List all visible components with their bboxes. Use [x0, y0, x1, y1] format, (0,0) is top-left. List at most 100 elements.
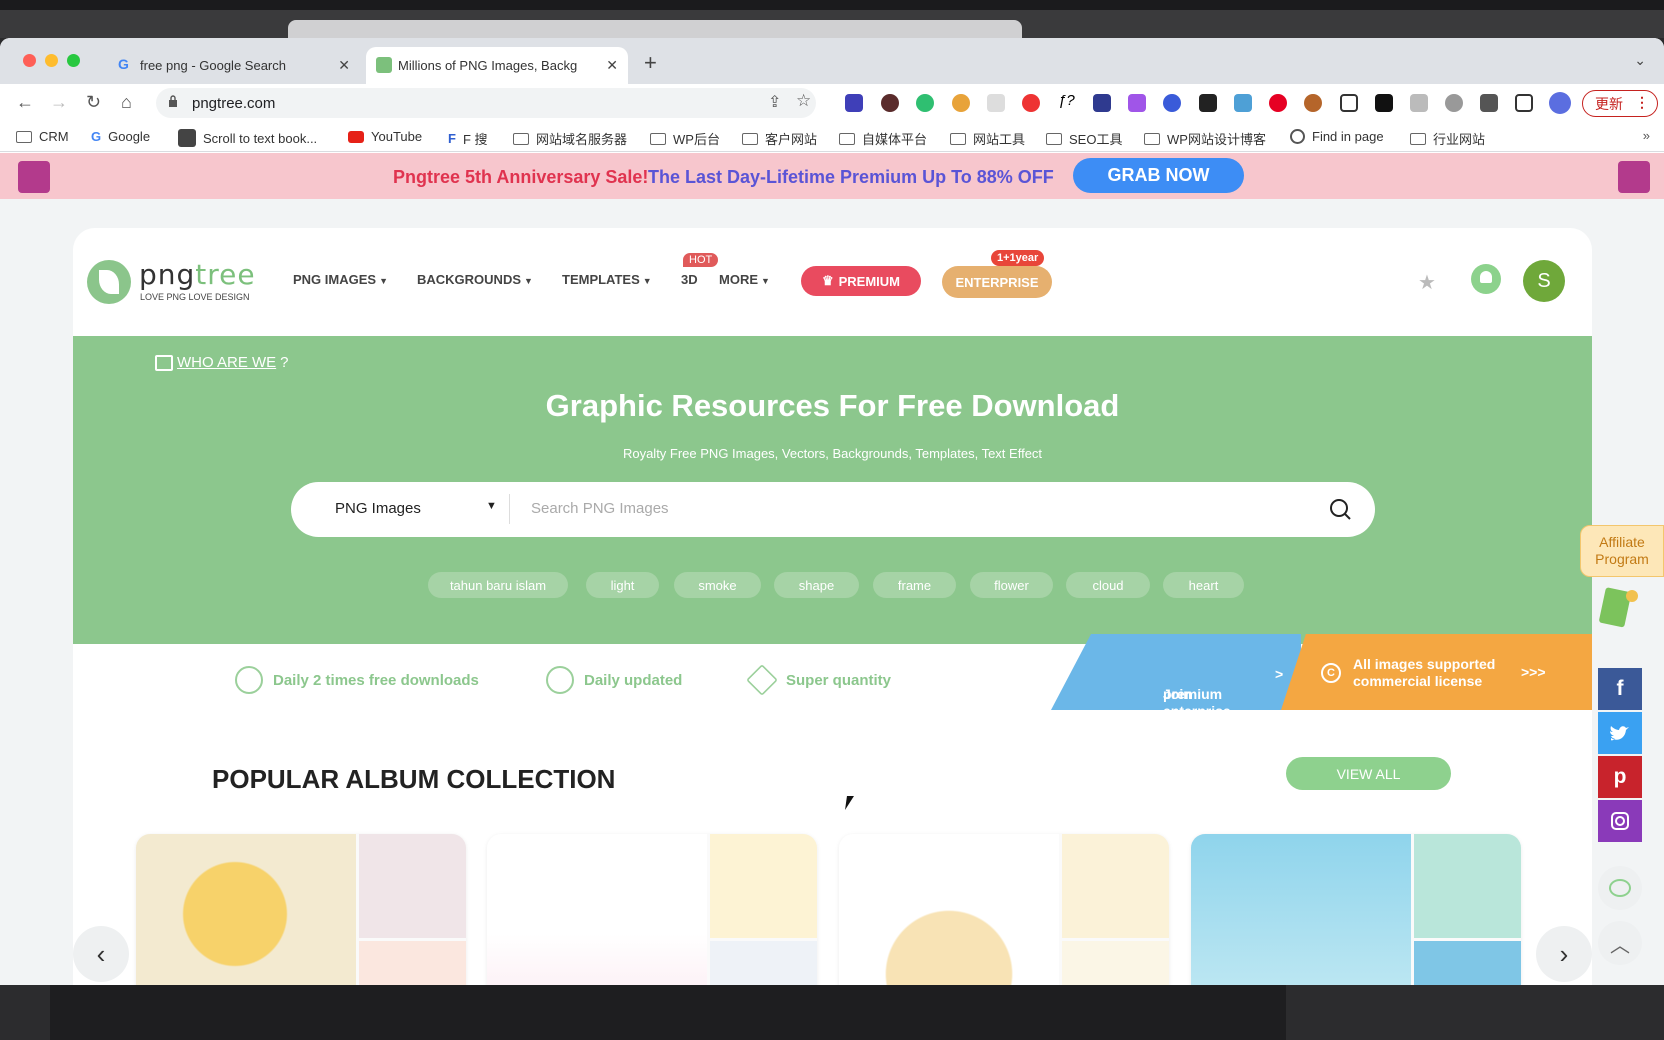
- extension-15-icon[interactable]: [1340, 94, 1358, 112]
- back-arrow-icon[interactable]: ←: [16, 92, 34, 113]
- close-tab-icon[interactable]: ✕: [338, 57, 350, 74]
- facebook-share-button[interactable]: f: [1598, 668, 1642, 710]
- bookmark-folder[interactable]: SEO工具: [1046, 129, 1122, 148]
- album-card[interactable]: [839, 834, 1169, 985]
- profile-avatar-icon[interactable]: [1549, 92, 1571, 114]
- minimize-window-button[interactable]: [45, 54, 58, 67]
- bookmark-crm[interactable]: CRM: [16, 129, 69, 144]
- bookmark-label: F 搜: [462, 132, 488, 147]
- font-extension-icon[interactable]: ƒ?: [1058, 92, 1076, 110]
- nav-templates[interactable]: TEMPLATES ▼: [562, 272, 652, 287]
- extension-16-icon[interactable]: [1375, 94, 1393, 112]
- bookmark-youtube[interactable]: YouTube: [348, 129, 422, 144]
- user-avatar[interactable]: S: [1523, 260, 1565, 302]
- album-card[interactable]: [1191, 834, 1521, 985]
- pokeball-icon[interactable]: [1022, 94, 1040, 112]
- pngtree-logo[interactable]: pngtree LOVE PNG LOVE DESIGN: [87, 258, 267, 308]
- nav-more[interactable]: MORE ▼: [719, 272, 770, 287]
- extension-18-icon[interactable]: [1445, 94, 1463, 112]
- maximize-window-button[interactable]: [67, 54, 80, 67]
- logo-wordmark-png: png: [139, 258, 196, 291]
- license-line-1: All images supported: [1353, 656, 1496, 672]
- extension-4-icon[interactable]: [952, 94, 970, 112]
- extension-2-icon[interactable]: [881, 94, 899, 112]
- tag-chip[interactable]: heart: [1163, 572, 1244, 598]
- camera-icon[interactable]: [1410, 94, 1428, 112]
- tag-chip[interactable]: frame: [873, 572, 956, 598]
- update-button[interactable]: 更新 ⋮: [1582, 90, 1658, 117]
- bookmark-folder[interactable]: WP网站设计博客: [1144, 129, 1266, 148]
- tag-chip[interactable]: flower: [970, 572, 1053, 598]
- pinterest-share-button[interactable]: p: [1598, 756, 1642, 798]
- search-input[interactable]: Search PNG Images: [531, 500, 669, 517]
- desktop-background: [0, 985, 1664, 1040]
- tag-chip[interactable]: shape: [774, 572, 859, 598]
- promo-banner[interactable]: Pngtree 5th Anniversary Sale! The Last D…: [0, 153, 1664, 199]
- notification-bell-icon[interactable]: [1471, 264, 1501, 294]
- home-icon[interactable]: ⌂: [121, 92, 132, 113]
- caret-down-icon[interactable]: ▼: [486, 500, 497, 512]
- side-panel-icon[interactable]: [1515, 94, 1533, 112]
- affiliate-program-button[interactable]: Affiliate Program: [1580, 525, 1664, 577]
- view-all-button[interactable]: VIEW ALL: [1286, 757, 1451, 790]
- bookmark-star-icon[interactable]: ☆: [796, 91, 811, 111]
- nav-3d[interactable]: 3D: [681, 272, 698, 287]
- extension-11-icon[interactable]: [1199, 94, 1217, 112]
- address-bar[interactable]: pngtree.com ⇪ ☆: [156, 88, 816, 118]
- extension-ia-icon[interactable]: [1093, 94, 1111, 112]
- share-icon[interactable]: ⇪: [768, 92, 781, 112]
- feedback-button[interactable]: [1598, 866, 1642, 910]
- who-are-we-link[interactable]: WHO ARE WE?: [155, 354, 289, 371]
- tag-chip[interactable]: cloud: [1066, 572, 1150, 598]
- album-card[interactable]: [136, 834, 466, 985]
- search-icon[interactable]: [1329, 498, 1351, 520]
- grammarly-icon[interactable]: [916, 94, 934, 112]
- carousel-prev-button[interactable]: ‹: [73, 926, 129, 982]
- extension-10-icon[interactable]: [1163, 94, 1181, 112]
- bookmark-folder[interactable]: 网站工具: [950, 129, 1025, 148]
- search-category-select[interactable]: PNG Images: [335, 500, 421, 517]
- tab-pngtree[interactable]: Millions of PNG Images, Backg ✕: [366, 47, 628, 84]
- carousel-next-button[interactable]: ›: [1536, 926, 1592, 982]
- bookmark-folder[interactable]: WP后台: [650, 129, 720, 148]
- nav-backgrounds[interactable]: BACKGROUNDS ▼: [417, 272, 533, 287]
- twitter-share-button[interactable]: [1598, 712, 1642, 754]
- tab-search-chevron-icon[interactable]: ⌄: [1634, 52, 1646, 69]
- folder-icon: [839, 132, 855, 145]
- nav-png-images[interactable]: PNG IMAGES ▼: [293, 272, 388, 287]
- extension-1-icon[interactable]: [845, 94, 863, 112]
- tag-chip[interactable]: light: [586, 572, 659, 598]
- cookie-icon[interactable]: [1304, 94, 1322, 112]
- pinterest-extension-icon[interactable]: [1269, 94, 1287, 112]
- puzzle-extensions-icon[interactable]: [1480, 94, 1498, 112]
- extension-9-icon[interactable]: [1128, 94, 1146, 112]
- enterprise-button[interactable]: ENTERPRISE: [942, 266, 1052, 298]
- bookmark-folder[interactable]: 行业网站: [1410, 129, 1485, 148]
- tag-chip[interactable]: smoke: [674, 572, 761, 598]
- reload-icon[interactable]: ↻: [86, 92, 101, 113]
- extension-12-icon[interactable]: [1234, 94, 1252, 112]
- grab-now-button[interactable]: GRAB NOW: [1073, 158, 1244, 193]
- bookmark-folder[interactable]: 网站域名服务器: [513, 129, 627, 148]
- more-bookmarks-icon[interactable]: »: [1643, 128, 1650, 143]
- close-window-button[interactable]: [23, 54, 36, 67]
- scroll-to-top-button[interactable]: ︿: [1598, 921, 1642, 965]
- bookmark-folder[interactable]: 自媒体平台: [839, 129, 927, 148]
- commercial-license-banner[interactable]: C All images supported commercial license…: [1281, 634, 1592, 710]
- join-enterprise-banner[interactable]: Join enterprise premium >: [1051, 634, 1301, 710]
- favorites-star-icon[interactable]: ★: [1418, 270, 1436, 295]
- close-tab-icon[interactable]: ✕: [606, 57, 618, 74]
- bookmark-f-search[interactable]: FF 搜: [448, 129, 488, 148]
- bookmark-folder[interactable]: 客户网站: [742, 129, 817, 148]
- bookmark-google[interactable]: G Google: [91, 129, 150, 144]
- premium-button[interactable]: ♛ PREMIUM: [801, 266, 921, 296]
- tab-google-search[interactable]: G free png - Google Search ✕: [108, 47, 360, 84]
- tag-chip[interactable]: tahun baru islam: [428, 572, 568, 598]
- album-card[interactable]: [487, 834, 817, 985]
- bookmark-find-in-page[interactable]: Find in page: [1290, 129, 1384, 144]
- forward-arrow-icon[interactable]: →: [50, 92, 68, 113]
- bookmark-scroll-to-text[interactable]: Scroll to text book...: [178, 129, 317, 147]
- instagram-share-button[interactable]: [1598, 800, 1642, 842]
- extension-5-icon[interactable]: [987, 94, 1005, 112]
- new-tab-button[interactable]: +: [644, 50, 657, 76]
